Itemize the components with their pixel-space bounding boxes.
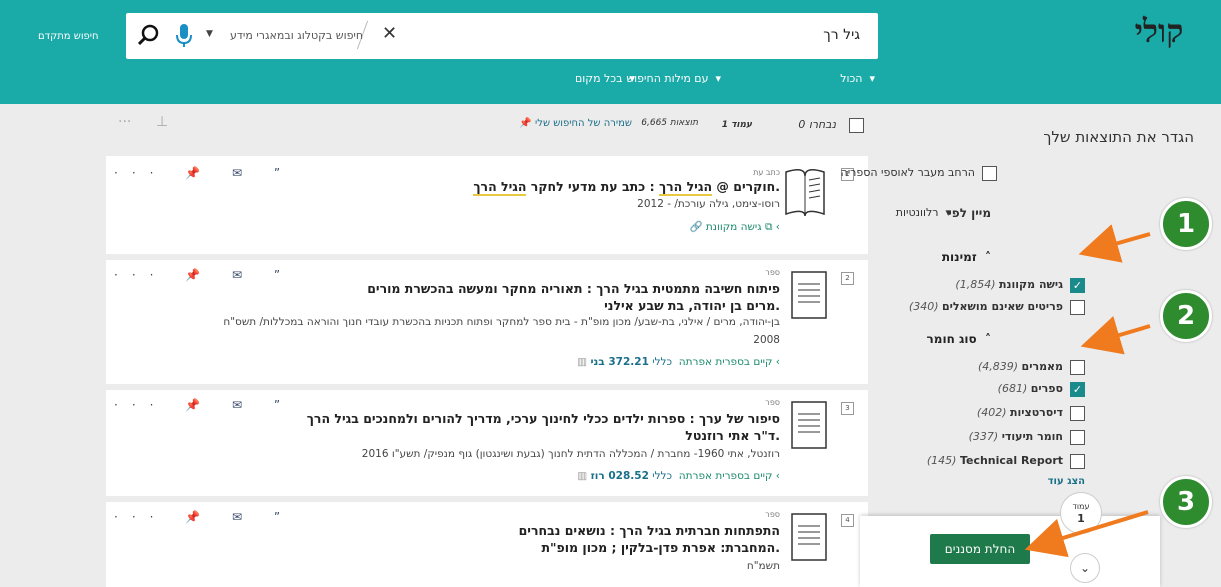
arrow-1 — [1078, 224, 1151, 263]
annotation-badge-1: 1 — [1160, 198, 1212, 250]
arrow-3 — [1024, 510, 1149, 558]
annotation-badge-3: 3 — [1160, 476, 1212, 528]
annotation-arrows — [1024, 224, 1151, 558]
arrow-2 — [1080, 316, 1151, 355]
annotation-badge-2: 2 — [1160, 290, 1212, 342]
